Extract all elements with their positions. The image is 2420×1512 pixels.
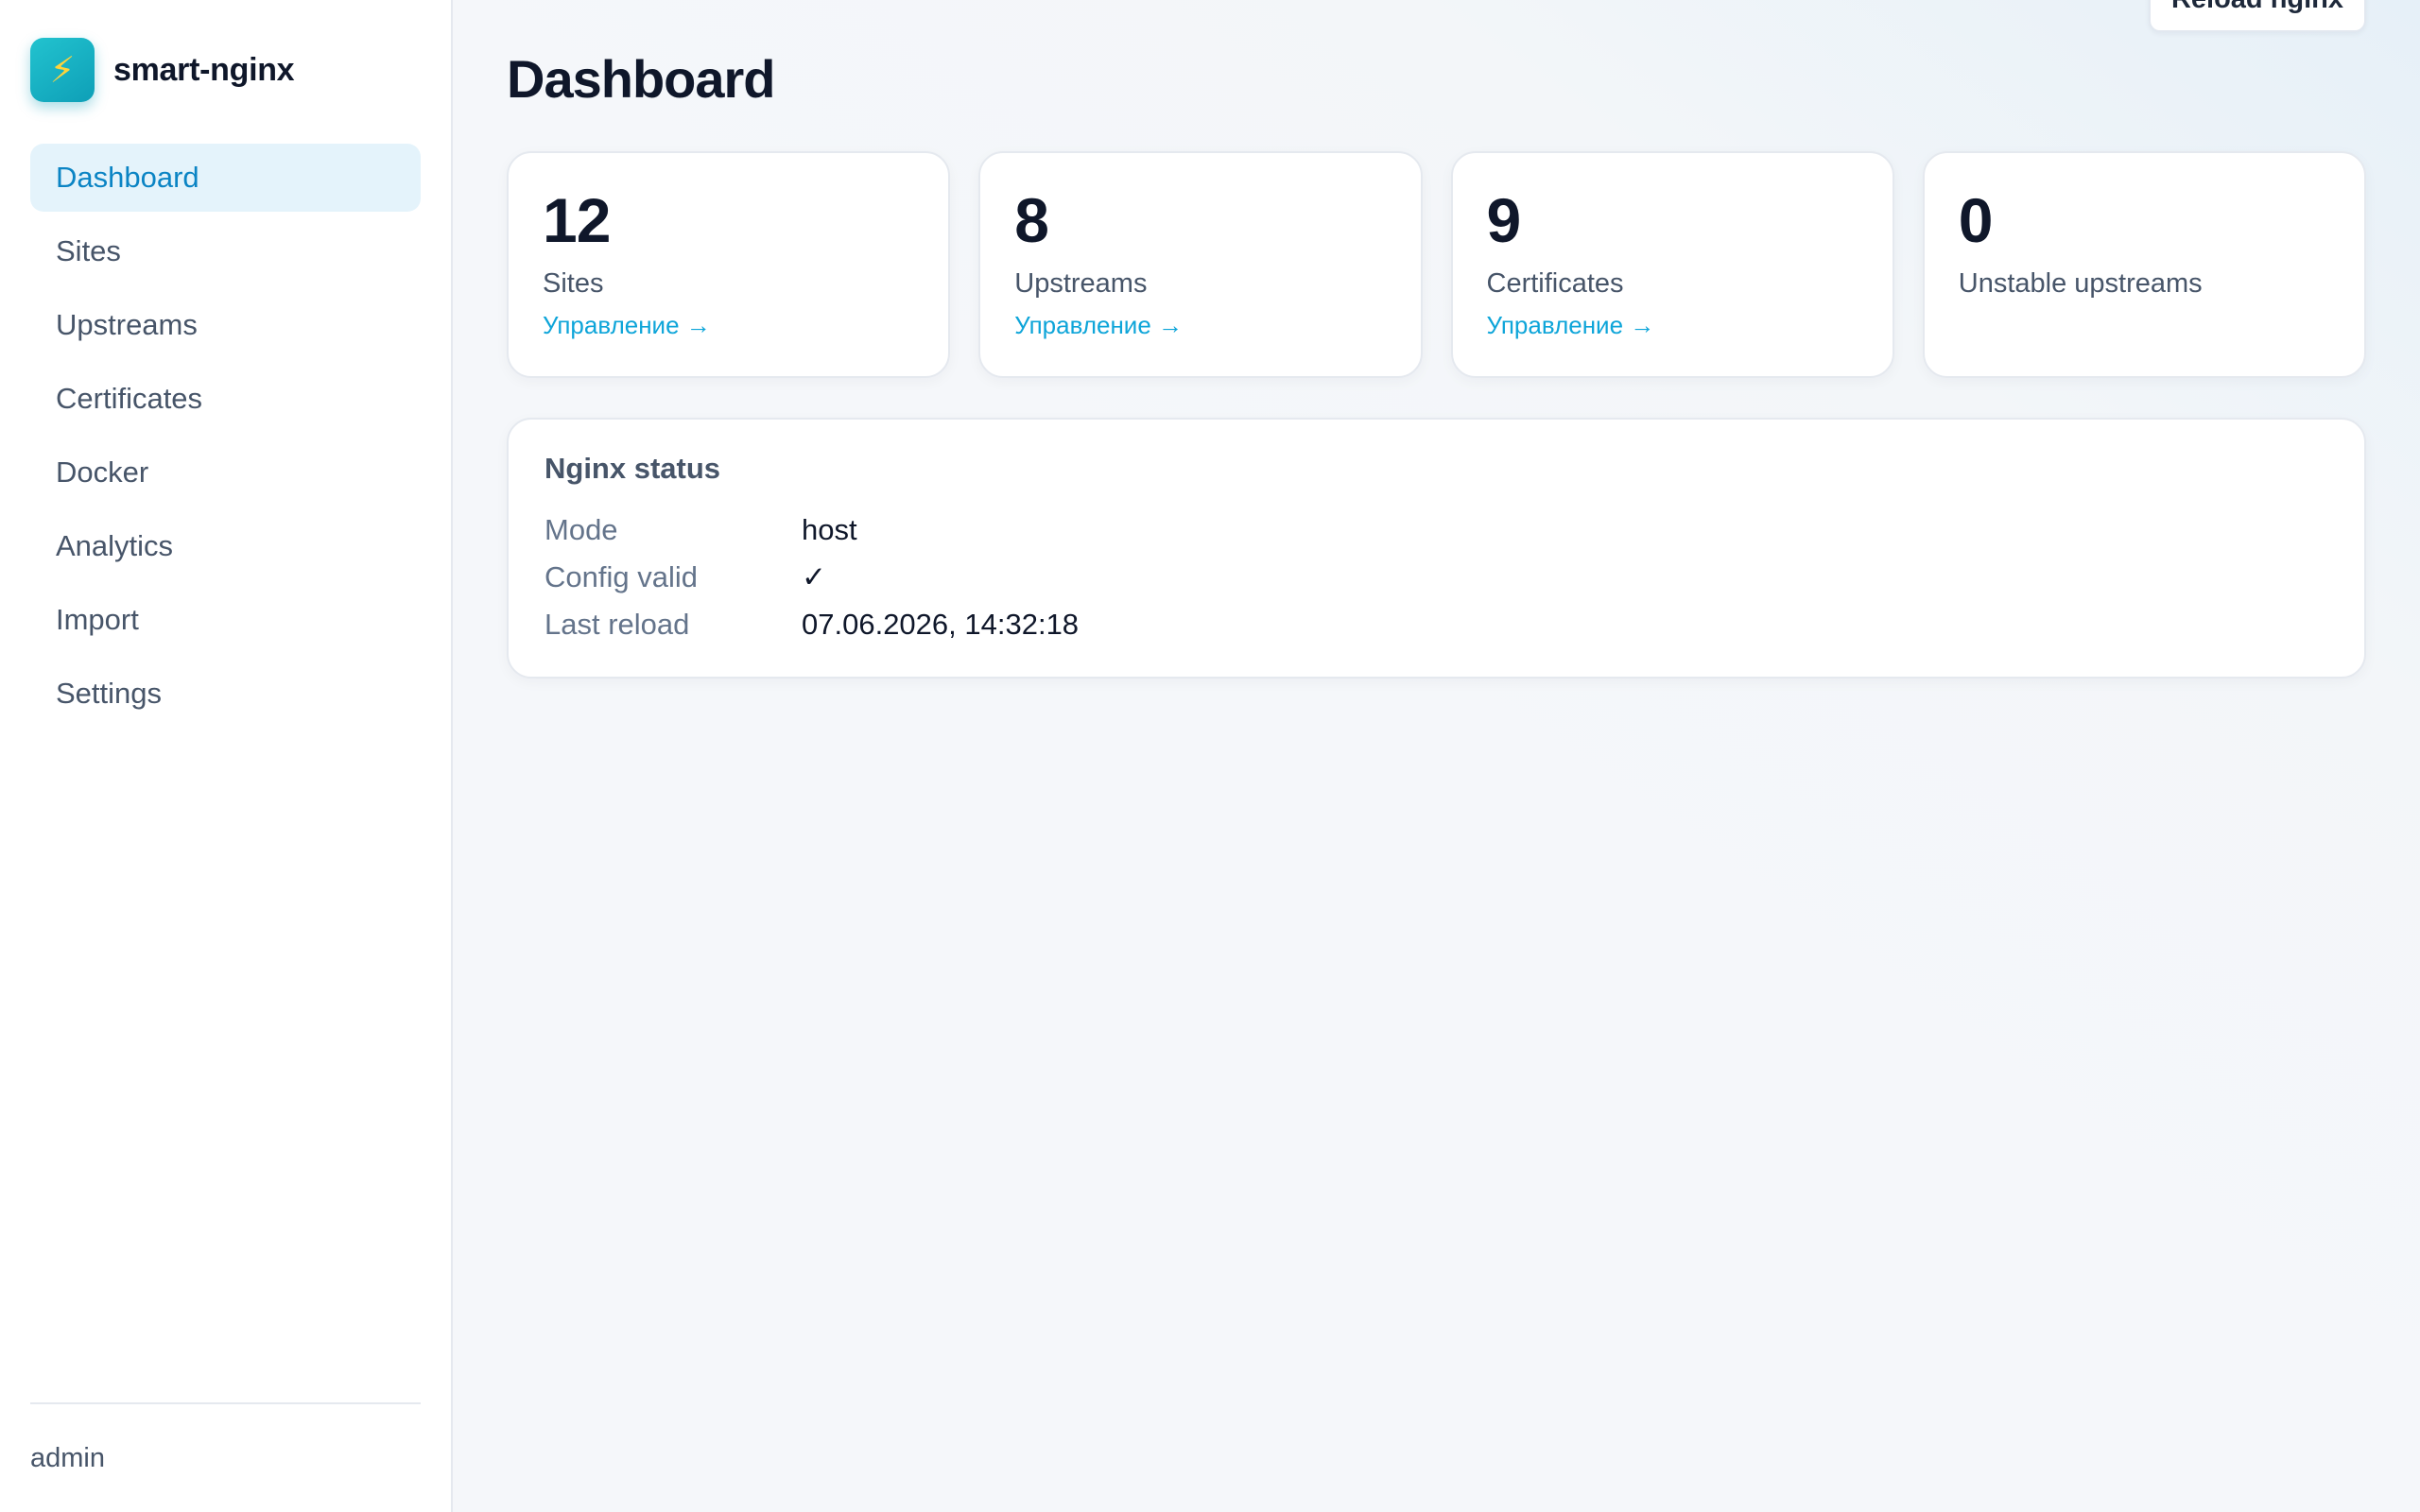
stat-card-unstable-upstreams: 0 Unstable upstreams [1922,151,2366,378]
status-row-config-valid: Config valid ✓ [544,554,2328,601]
check-icon: ✓ [802,560,826,593]
sidebar: ⚡ smart-nginx Dashboard Sites Upstreams … [0,0,453,1512]
page-title: Dashboard [507,48,775,109]
stat-value: 8 [1014,185,1049,255]
sidebar-item-certificates[interactable]: Certificates [30,365,421,433]
stat-card-certificates: 9 Certificates Управление → [1450,151,1894,378]
sidebar-footer: admin [30,1402,421,1512]
reload-nginx-button[interactable]: Reload nginx [2149,0,2366,32]
status-card-title: Nginx status [544,452,721,485]
sidebar-item-analytics[interactable]: Analytics [30,512,421,580]
status-row-last-reload: Last reload 07.06.2026, 14:32:18 [544,601,2328,648]
page-header: Dashboard [507,0,2366,163]
status-row-mode: Mode host [544,507,2328,554]
stat-card-sites: 12 Sites Управление → [507,151,951,378]
status-value: host [802,513,857,546]
stat-value: 9 [1486,185,1522,255]
stat-label: Certificates [1486,268,1624,299]
sidebar-nav: Dashboard Sites Upstreams Certificates D… [30,144,421,733]
stat-label: Unstable upstreams [1958,268,2203,299]
stat-label: Upstreams [1014,268,1148,299]
user-name[interactable]: admin [30,1443,105,1474]
stats-row: 12 Sites Управление → 8 Upstreams Управл… [507,151,2366,378]
status-value: 07.06.2026, 14:32:18 [802,608,1080,641]
status-key: Mode [544,513,618,546]
stat-card-upstreams: 8 Upstreams Управление → [978,151,1423,378]
status-key: Last reload [544,608,690,641]
sidebar-item-import[interactable]: Import [30,586,421,654]
sidebar-item-docker[interactable]: Docker [30,438,421,507]
manage-certificates-link[interactable]: Управление → [1487,311,1655,340]
stat-value: 0 [1958,185,1994,255]
sidebar-item-sites[interactable]: Sites [30,217,421,285]
sidebar-item-upstreams[interactable]: Upstreams [30,291,421,359]
app-name: smart-nginx [113,51,295,88]
sidebar-item-settings[interactable]: Settings [30,660,421,728]
manage-upstreams-link[interactable]: Управление → [1014,311,1183,340]
stat-label: Sites [543,268,604,299]
main-content: Dashboard Reload nginx 12 Sites Управлен… [453,0,2420,1512]
sidebar-item-dashboard[interactable]: Dashboard [30,144,421,212]
status-list: Mode host Config valid ✓ Last reload 07.… [544,507,2328,648]
status-key: Config valid [544,560,698,593]
manage-sites-link[interactable]: Управление → [543,311,711,340]
nginx-status-card: Nginx status Mode host Config valid ✓ La… [507,418,2366,679]
lightning-bolt-icon: ⚡ [30,38,95,102]
stat-value: 12 [543,185,611,255]
brand[interactable]: ⚡ smart-nginx [30,38,421,102]
